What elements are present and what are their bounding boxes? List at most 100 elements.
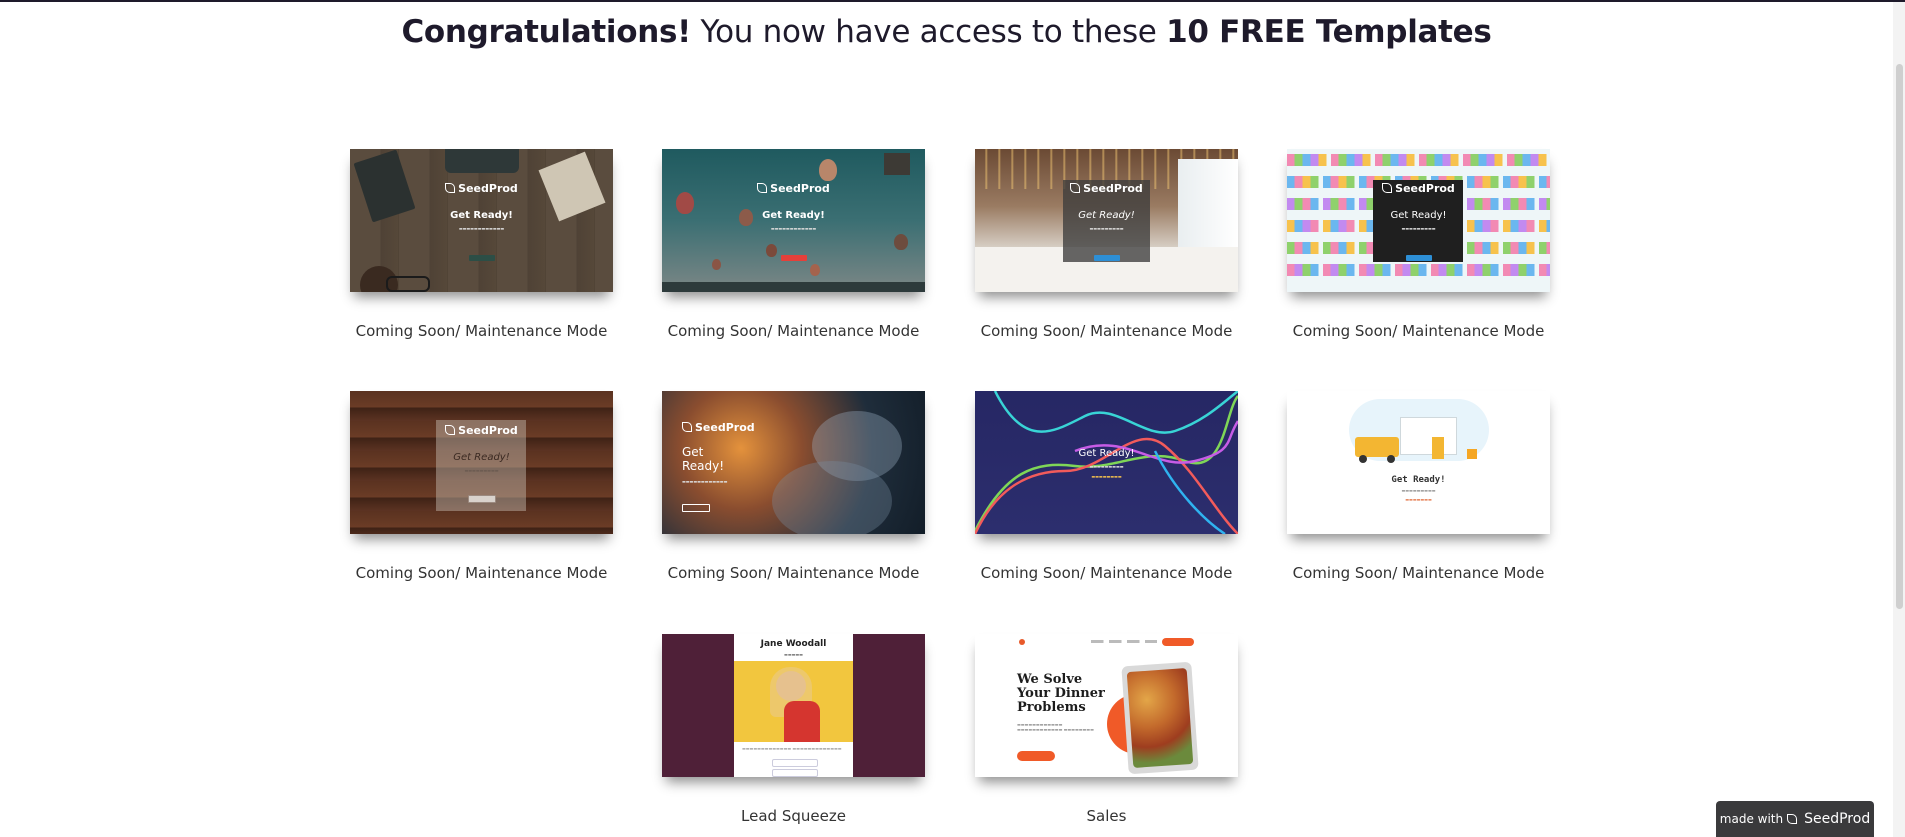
page-headline: Congratulations! You now have access to …	[0, 14, 1893, 50]
truck-decoration	[1355, 437, 1399, 457]
template-card-sales[interactable]: We Solve Your Dinner Problems ▬▬▬▬▬▬▬▬▬▬…	[975, 634, 1238, 825]
worker-decoration	[1432, 437, 1444, 459]
template-subtext: ▬▬▬▬▬▬▬▬▬	[464, 468, 499, 473]
template-thumbnail-7[interactable]: Get Ready! ▬▬▬▬▬▬▬▬▬ ▬▬▬▬▬▬▬▬	[975, 391, 1238, 534]
template-card-6[interactable]: SeedProd Get Ready! ▬▬▬▬▬▬▬▬▬▬▬▬ Coming …	[662, 391, 925, 582]
template-heading: Get Ready!	[1078, 448, 1135, 459]
brand-logo-icon	[1019, 639, 1025, 645]
template-button	[682, 504, 710, 512]
template-label[interactable]: Coming Soon/ Maintenance Mode	[1267, 564, 1570, 582]
template-card-7[interactable]: Get Ready! ▬▬▬▬▬▬▬▬▬ ▬▬▬▬▬▬▬▬ Coming Soo…	[975, 391, 1238, 582]
badge-prefix: made with	[1719, 812, 1784, 826]
template-subtext: ▬▬▬▬▬▬▬▬▬▬▬▬▬ ▬▬▬▬▬▬▬▬▬▬▬▬▬	[742, 746, 842, 751]
template-thumbnail-1[interactable]: SeedProd Get Ready! ▬▬▬▬▬▬▬▬▬▬▬▬	[350, 149, 613, 292]
template-label[interactable]: Coming Soon/ Maintenance Mode	[330, 564, 633, 582]
template-label[interactable]: Coming Soon/ Maintenance Mode	[1267, 322, 1570, 340]
scrollbar-thumb[interactable]	[1896, 64, 1903, 609]
template-thumbnail-3[interactable]: SeedProd Get Ready! ▬▬▬▬▬▬▬▬▬	[975, 149, 1238, 292]
template-heading: We Solve Your Dinner Problems	[1017, 672, 1105, 715]
template-thumbnail-8[interactable]: Get Ready! ▬▬▬▬▬▬▬▬▬ ▬▬▬▬▬▬▬	[1287, 391, 1550, 534]
seedprod-logo: SeedProd	[1287, 182, 1550, 195]
wheel-decoration	[1359, 455, 1367, 463]
leaf-icon	[445, 425, 456, 435]
template-label[interactable]: Sales	[955, 807, 1258, 825]
template-subtext: ▬▬▬▬▬▬▬▬▬	[1089, 464, 1124, 469]
template-heading: Get Ready!	[682, 445, 725, 473]
template-button	[780, 255, 807, 261]
template-subtext: ▬▬▬▬▬▬▬	[1405, 497, 1432, 502]
template-heading: Jane Woodall	[760, 639, 827, 649]
leaf-icon	[1787, 814, 1798, 824]
template-heading: Get Ready!	[453, 452, 510, 463]
template-label[interactable]: Coming Soon/ Maintenance Mode	[642, 564, 945, 582]
windows-decoration	[1178, 159, 1238, 249]
ground-decoration	[662, 282, 925, 292]
made-with-seedprod-badge[interactable]: made with SeedProd	[1716, 801, 1874, 837]
seedprod-logo: SeedProd	[682, 421, 755, 434]
template-subtext: ▬▬▬▬▬▬▬▬	[1091, 474, 1122, 479]
wave-lines-decoration	[975, 391, 1238, 534]
template-button	[772, 769, 818, 777]
template-thumbnail-6[interactable]: SeedProd Get Ready! ▬▬▬▬▬▬▬▬▬▬▬▬	[662, 391, 925, 534]
leaf-icon	[757, 183, 768, 193]
lantern-decoration	[884, 153, 910, 175]
template-heading: Get Ready!	[1391, 475, 1446, 485]
leaf-icon	[1070, 183, 1081, 193]
template-subtext: ▬▬▬▬▬▬▬▬▬▬▬▬ ▬▬▬▬▬▬▬▬▬▬▬▬ ▬▬▬▬▬▬▬▬	[1017, 722, 1094, 732]
nav-links	[1091, 640, 1157, 643]
glasses-decoration	[386, 276, 430, 292]
template-thumbnail-sales[interactable]: We Solve Your Dinner Problems ▬▬▬▬▬▬▬▬▬▬…	[975, 634, 1238, 777]
balloon-decoration	[819, 159, 837, 181]
template-heading: Get Ready!	[762, 210, 825, 221]
template-label[interactable]: Lead Squeeze	[642, 807, 945, 825]
leaf-icon	[682, 422, 692, 432]
template-subtext: ▬▬▬▬▬▬▬▬▬	[1401, 488, 1436, 493]
template-card-lead-squeeze[interactable]: Jane Woodall ▬▬▬▬▬ ▬▬▬▬▬▬▬▬▬▬▬▬▬ ▬▬▬▬▬▬▬…	[662, 634, 925, 825]
headline-strong-congrats: Congratulations!	[401, 14, 691, 50]
template-button	[772, 759, 818, 767]
template-label[interactable]: Coming Soon/ Maintenance Mode	[955, 564, 1258, 582]
template-button	[1093, 255, 1120, 261]
scrollbar[interactable]	[1893, 2, 1905, 837]
headline-strong-count: 10 FREE Templates	[1166, 14, 1492, 50]
template-thumbnail-2[interactable]: SeedProd Get Ready! ▬▬▬▬▬▬▬▬▬▬▬▬	[662, 149, 925, 292]
template-card-8[interactable]: Get Ready! ▬▬▬▬▬▬▬▬▬ ▬▬▬▬▬▬▬ Coming Soon…	[1287, 391, 1550, 582]
template-card-3[interactable]: SeedProd Get Ready! ▬▬▬▬▬▬▬▬▬ Coming Soo…	[975, 149, 1238, 340]
template-subtext: ▬▬▬▬▬▬▬▬▬	[1401, 226, 1436, 231]
template-thumbnail-lead-squeeze[interactable]: Jane Woodall ▬▬▬▬▬ ▬▬▬▬▬▬▬▬▬▬▬▬▬ ▬▬▬▬▬▬▬…	[662, 634, 925, 777]
template-button	[1017, 751, 1055, 761]
template-subtext: ▬▬▬▬▬▬▬▬▬	[1089, 226, 1124, 231]
template-button	[1405, 255, 1432, 261]
template-label[interactable]: Coming Soon/ Maintenance Mode	[330, 322, 633, 340]
portrait-jacket	[784, 701, 820, 742]
template-card-2[interactable]: SeedProd Get Ready! ▬▬▬▬▬▬▬▬▬▬▬▬ Coming …	[662, 149, 925, 340]
seedprod-logo: SeedProd	[350, 424, 613, 437]
template-button	[467, 495, 496, 503]
template-card-4[interactable]: SeedProd Get Ready! ▬▬▬▬▬▬▬▬▬ Coming Soo…	[1287, 149, 1550, 340]
template-label[interactable]: Coming Soon/ Maintenance Mode	[955, 322, 1258, 340]
pizza-decoration	[1126, 668, 1194, 768]
page-preview: Jane Woodall ▬▬▬▬▬ ▬▬▬▬▬▬▬▬▬▬▬▬▬ ▬▬▬▬▬▬▬…	[734, 634, 853, 777]
template-thumbnail-4[interactable]: SeedProd Get Ready! ▬▬▬▬▬▬▬▬▬	[1287, 149, 1550, 292]
template-subtext: ▬▬▬▬▬▬▬▬▬▬▬▬	[682, 479, 728, 484]
template-subtext: ▬▬▬▬▬▬▬▬▬▬▬▬	[458, 226, 505, 231]
seedprod-logo	[1787, 812, 1800, 826]
wheel-decoration	[1387, 455, 1395, 463]
headline-middle: You now have access to these	[691, 14, 1167, 50]
template-heading: Get Ready!	[1390, 210, 1447, 221]
template-card-1[interactable]: SeedProd Get Ready! ▬▬▬▬▬▬▬▬▬▬▬▬ Coming …	[350, 149, 613, 340]
leaf-icon	[445, 183, 456, 193]
hero-photo	[734, 661, 853, 742]
seedprod-logo: SeedProd	[350, 182, 613, 195]
template-heading: Get Ready!	[450, 210, 513, 221]
badge-brand: SeedProd	[1804, 811, 1871, 827]
balloon-decoration	[810, 264, 820, 276]
bunting-decoration	[1287, 264, 1550, 276]
leaf-icon	[1382, 183, 1393, 193]
template-button	[468, 255, 495, 261]
cone-decoration	[1467, 449, 1477, 459]
bunting-decoration	[1287, 154, 1550, 166]
template-card-5[interactable]: SeedProd Get Ready! ▬▬▬▬▬▬▬▬▬ Coming Soo…	[350, 391, 613, 582]
template-label[interactable]: Coming Soon/ Maintenance Mode	[642, 322, 945, 340]
template-thumbnail-5[interactable]: SeedProd Get Ready! ▬▬▬▬▬▬▬▬▬	[350, 391, 613, 534]
